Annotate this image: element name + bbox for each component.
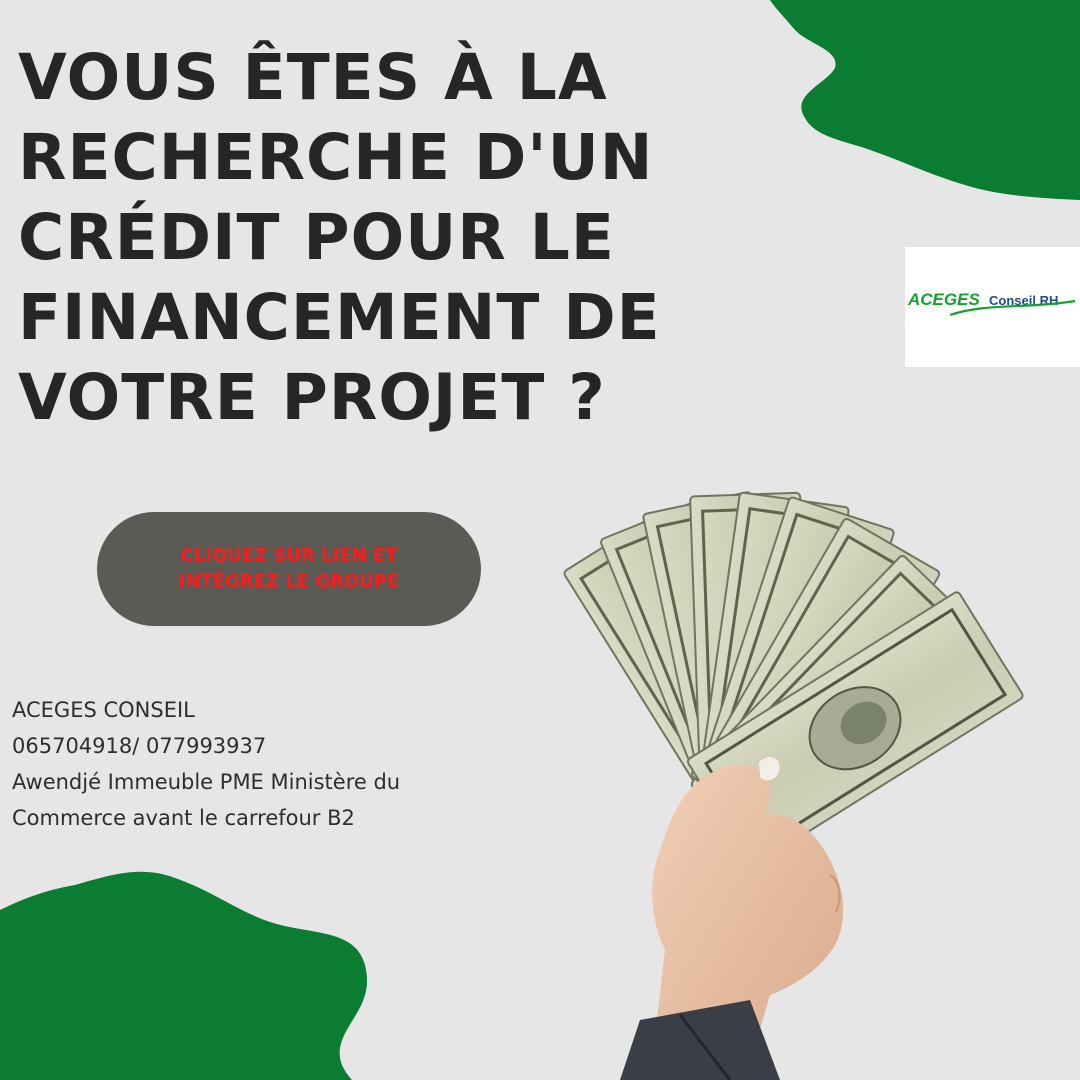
headline-line: VOUS ÊTES À LA: [18, 41, 608, 114]
green-blob-top-right: [770, 0, 1080, 200]
address-line: Awendjé Immeuble PME Ministère du: [12, 770, 401, 794]
headline: VOUS ÊTES À LA RECHERCHE D'UN CRÉDIT POU…: [18, 38, 778, 438]
cta-label-line-2: INTÉGREZ LE GROUPE: [178, 571, 400, 592]
company-name: ACEGES CONSEIL: [12, 698, 195, 722]
headline-line: FINANCEMENT DE: [18, 281, 661, 354]
phone-numbers: 065704918/ 077993937: [12, 734, 267, 758]
cta-label-line-1: CLIQUEZ SUR LIEN ET: [180, 545, 398, 566]
headline-line: VOTRE PROJET ?: [18, 361, 606, 434]
address-line: Commerce avant le carrefour B2: [12, 806, 355, 830]
aceges-logo-card: ACEGES Conseil RH: [905, 247, 1080, 367]
contact-info: ACEGES CONSEIL 065704918/ 077993937 Awen…: [12, 692, 532, 836]
logo-brand: ACEGES: [907, 290, 980, 309]
hand-holding-money-photo: [563, 491, 1024, 1080]
headline-line: CRÉDIT POUR LE: [18, 201, 615, 274]
green-blob-bottom-left: [0, 871, 368, 1080]
aceges-logo-icon: ACEGES Conseil RH: [907, 290, 1076, 317]
headline-line: RECHERCHE D'UN: [18, 121, 654, 194]
join-group-button[interactable]: CLIQUEZ SUR LIEN ET INTÉGREZ LE GROUPE: [97, 512, 481, 626]
